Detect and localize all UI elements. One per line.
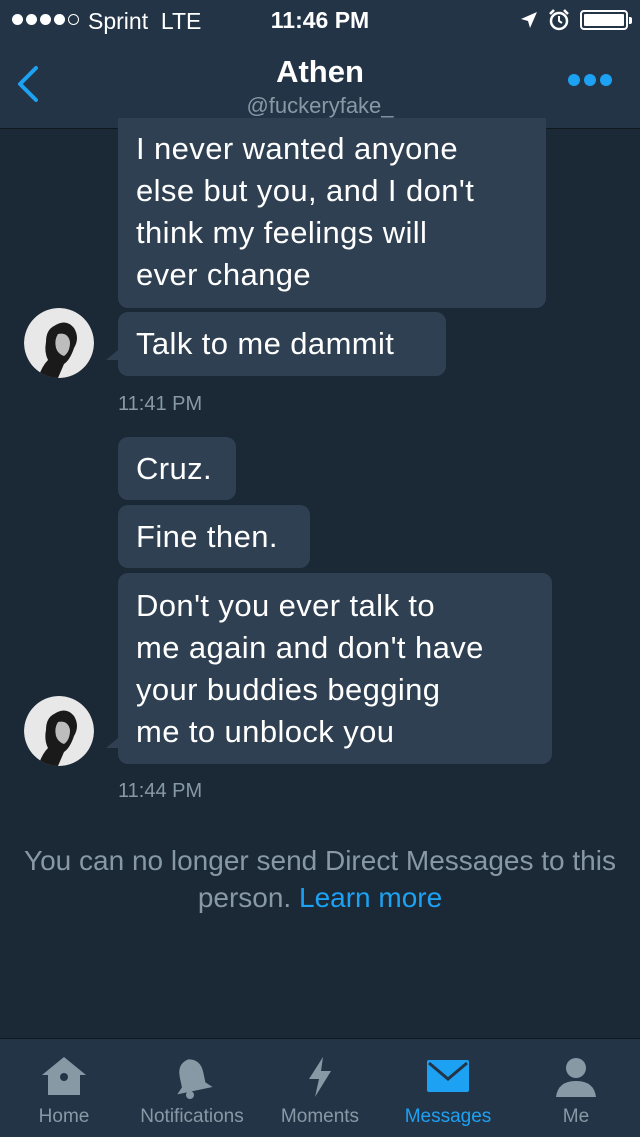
- tab-label: Moments: [280, 1106, 360, 1127]
- tab-me[interactable]: Me: [512, 1039, 640, 1137]
- person-icon: [556, 1058, 596, 1097]
- status-bar: Sprint LTE 11:46 PM: [0, 0, 640, 40]
- message-line: ever change: [136, 257, 312, 292]
- contact-handle: @fuckeryfake_: [246, 93, 394, 118]
- bell-icon: [177, 1059, 213, 1099]
- tab-home[interactable]: Home: [0, 1039, 128, 1137]
- message-line: Don't you ever talk to: [136, 588, 436, 623]
- home-icon: [42, 1057, 86, 1095]
- learn-more-link[interactable]: Learn more: [299, 882, 442, 913]
- lightning-icon: [309, 1057, 331, 1097]
- message-line: Fine then.: [136, 519, 278, 554]
- tab-notifications[interactable]: Notifications: [128, 1039, 256, 1137]
- bubble-tail: [106, 738, 118, 748]
- conversation-header: Athen @fuckeryfake_: [0, 40, 640, 129]
- tab-label: Home: [38, 1106, 90, 1127]
- more-dots-icon: [568, 74, 580, 86]
- message-bubble[interactable]: I never wanted anyone else but you, and …: [118, 118, 546, 308]
- profile-photo-icon: [24, 308, 94, 378]
- envelope-icon: [427, 1060, 469, 1092]
- battery-icon: [580, 10, 632, 30]
- message-bubble[interactable]: Don't you ever talk to me again and don'…: [118, 573, 552, 764]
- more-options-button[interactable]: [568, 74, 612, 86]
- blocked-notice: You can no longer send Direct Messages t…: [0, 842, 640, 916]
- message-bubble[interactable]: Talk to me dammit: [118, 312, 446, 376]
- tab-label: Notifications: [140, 1106, 244, 1127]
- message-line: I never wanted anyone: [136, 131, 459, 166]
- message-bubble[interactable]: Cruz.: [118, 437, 236, 500]
- avatar[interactable]: [24, 696, 94, 766]
- message-bubble[interactable]: Fine then.: [118, 505, 310, 568]
- message-timestamp: 11:44 PM: [118, 780, 203, 802]
- message-line: think my feelings will: [136, 215, 428, 250]
- tab-messages[interactable]: Messages: [384, 1039, 512, 1137]
- avatar[interactable]: [24, 308, 94, 378]
- message-line: else but you, and I don't: [136, 173, 475, 208]
- tab-label: Messages: [404, 1106, 492, 1127]
- tab-label: Me: [562, 1106, 590, 1127]
- bubble-tail: [106, 350, 118, 360]
- message-line: your buddies begging: [136, 672, 441, 707]
- message-line: Talk to me dammit: [136, 326, 395, 361]
- location-arrow-icon: [521, 12, 537, 28]
- message-line: Cruz.: [136, 451, 213, 486]
- message-line: me again and don't have: [136, 630, 484, 665]
- tab-bar: Home Notifications Moments Messages Me: [0, 1038, 640, 1137]
- message-line: me to unblock you: [136, 714, 395, 749]
- message-timestamp: 11:41 PM: [118, 393, 203, 415]
- alarm-clock-icon: [549, 9, 569, 31]
- tab-moments[interactable]: Moments: [256, 1039, 384, 1137]
- contact-name: Athen: [276, 54, 364, 89]
- profile-photo-icon: [24, 696, 94, 766]
